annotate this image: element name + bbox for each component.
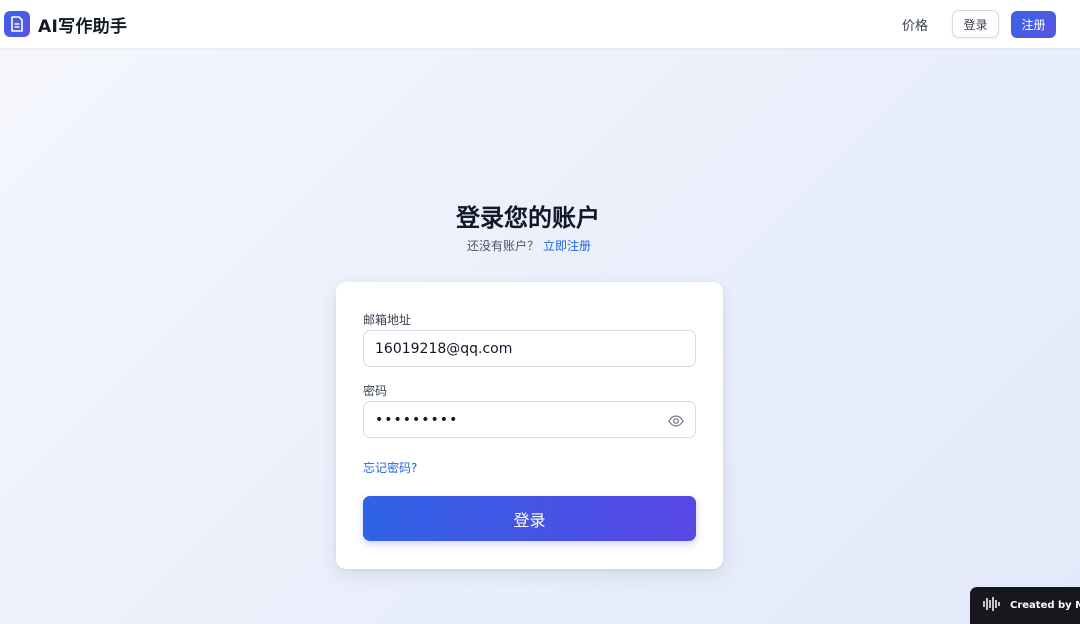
register-prompt: 还没有账户？ 立即注册 (0, 237, 1058, 254)
nav-actions: 价格 登录 注册 (902, 10, 1056, 38)
password-field[interactable] (363, 401, 696, 438)
password-label: 密码 (363, 384, 388, 398)
brand[interactable]: AI写作助手 (4, 11, 127, 37)
brand-name: AI写作助手 (38, 16, 128, 37)
eye-icon[interactable] (668, 413, 684, 429)
page-title: 登录您的账户 (456, 204, 600, 232)
document-icon (4, 11, 30, 37)
login-card: 邮箱地址 密码 忘记密码? 登录 (336, 282, 723, 569)
header-register-button[interactable]: 注册 (1011, 10, 1056, 38)
no-account-text: 还没有账户？ (466, 239, 539, 253)
waveform-icon (982, 596, 1002, 615)
header-login-button[interactable]: 登录 (952, 10, 999, 38)
email-label: 邮箱地址 (363, 313, 412, 327)
created-by-badge[interactable]: Created by Mir (970, 587, 1080, 624)
login-submit-button[interactable]: 登录 (363, 496, 696, 541)
register-now-link[interactable]: 立即注册 (543, 239, 591, 253)
email-field[interactable] (363, 330, 696, 367)
top-navbar: AI写作助手 价格 登录 注册 (0, 0, 1080, 48)
badge-text: Created by Mir (1010, 600, 1080, 611)
nav-link-price[interactable]: 价格 (902, 15, 928, 34)
forgot-password-link[interactable]: 忘记密码? (363, 459, 417, 476)
